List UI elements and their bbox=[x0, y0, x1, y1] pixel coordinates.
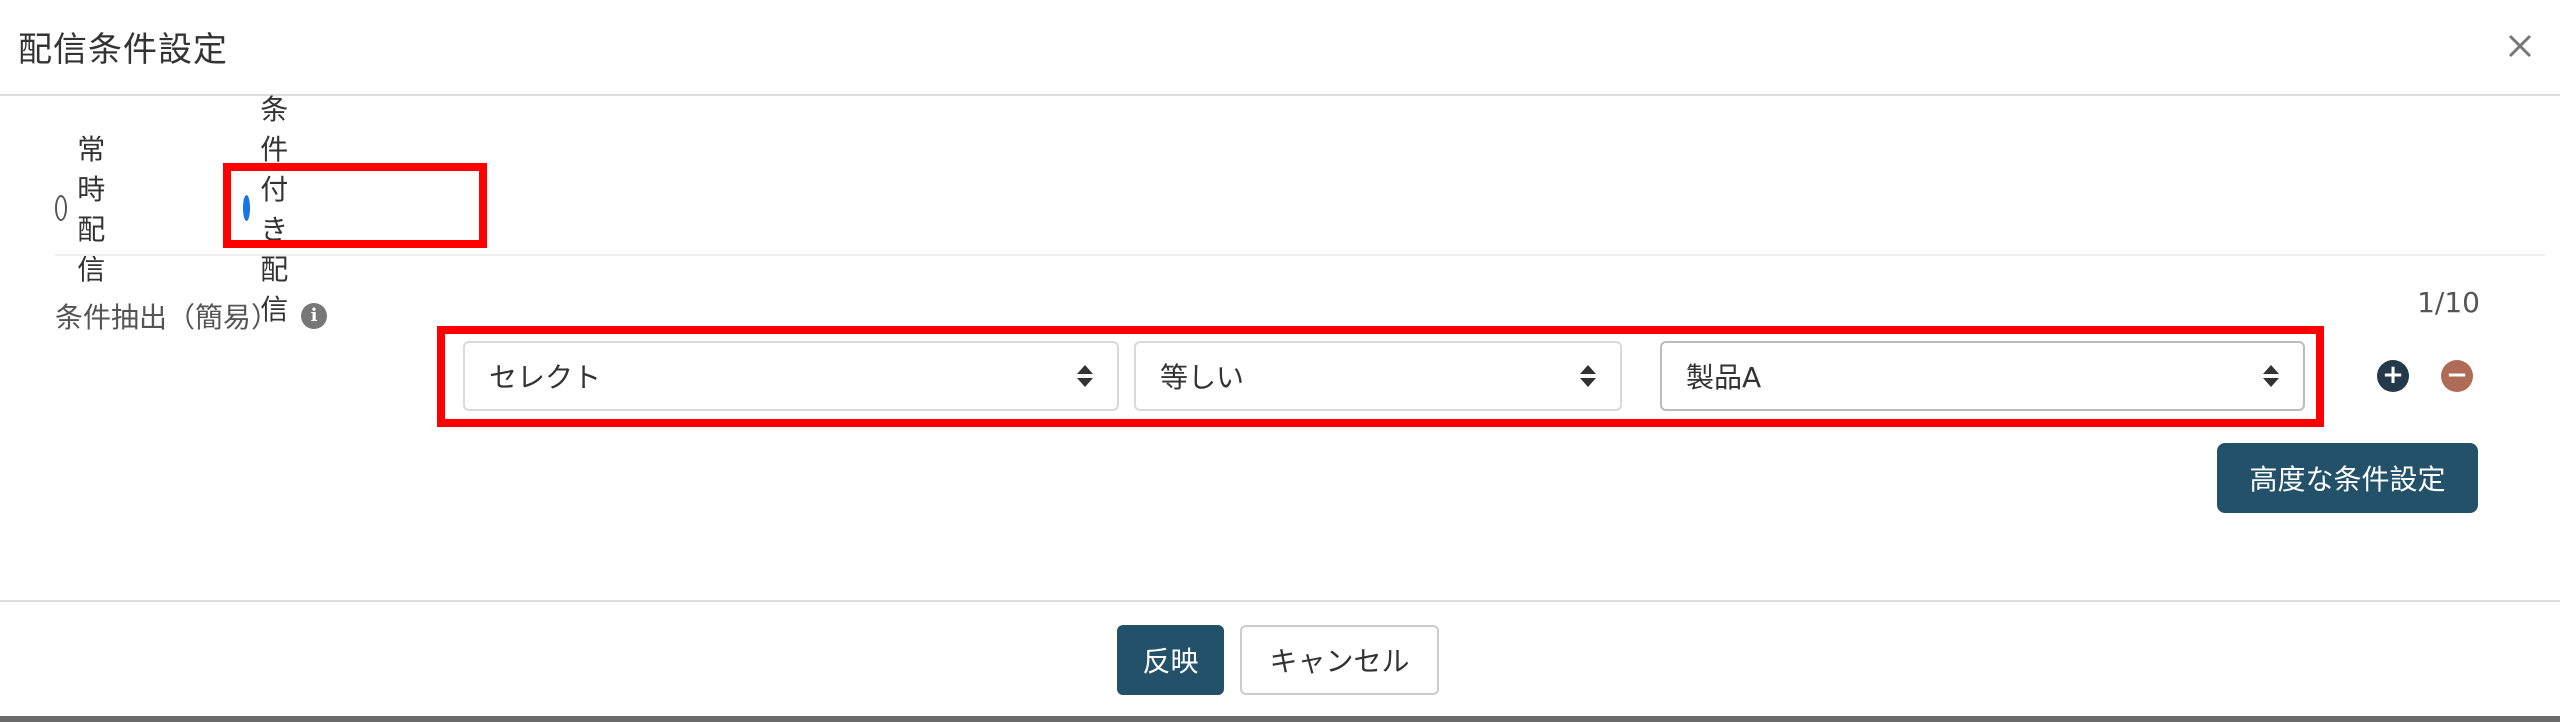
dialog-title: 配信条件設定 bbox=[18, 30, 228, 70]
radio-label-always: 常時配信 bbox=[77, 133, 106, 286]
advanced-condition-button[interactable]: 高度な条件設定 bbox=[2217, 443, 2478, 513]
radio-always-delivery[interactable]: 常時配信 bbox=[55, 133, 119, 286]
condition-section-label: 条件抽出（簡易） i bbox=[55, 296, 328, 336]
condition-label-text: 条件抽出（簡易） bbox=[55, 301, 280, 334]
info-icon[interactable]: i bbox=[301, 303, 328, 329]
plus-circle-icon[interactable]: + bbox=[2377, 360, 2409, 392]
cancel-button[interactable]: キャンセル bbox=[1240, 625, 1439, 695]
radio-unchecked-icon[interactable] bbox=[55, 195, 68, 221]
apply-button[interactable]: 反映 bbox=[1117, 625, 1224, 695]
footer-divider bbox=[0, 600, 2560, 602]
section-divider bbox=[55, 254, 2545, 256]
dialog-header: 配信条件設定 bbox=[0, 0, 2560, 96]
condition-counter: 1/10 bbox=[2417, 286, 2480, 319]
close-icon[interactable] bbox=[2500, 26, 2540, 66]
minus-circle-icon[interactable]: − bbox=[2441, 360, 2473, 392]
dialog-bottom-edge bbox=[0, 716, 2560, 722]
highlight-box-condition bbox=[437, 326, 2324, 427]
highlight-box-radio bbox=[223, 163, 487, 248]
